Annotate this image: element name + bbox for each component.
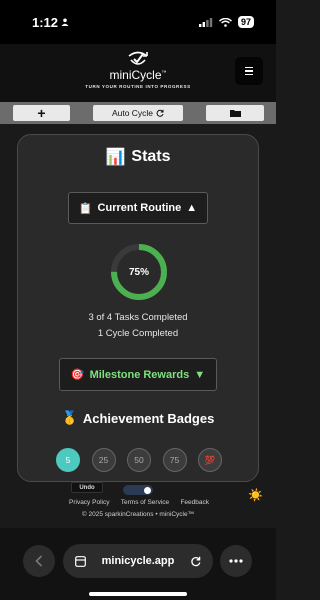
app-name-text: miniCycle [109,68,162,82]
wifi-icon [219,17,232,27]
folder-button[interactable] [206,105,264,121]
sun-icon[interactable]: ☀️ [248,488,263,502]
stats-title-text: Stats [131,148,171,165]
badge-2[interactable]: 50 [127,448,151,472]
triangle-down-icon: ▼ [194,368,206,381]
menu-button[interactable] [235,57,263,85]
hamburger-icon-line [245,73,253,76]
add-task-button[interactable]: + [13,105,70,121]
target-icon: 🎯 [70,369,85,381]
triangle-up-icon: ▲ [186,202,198,214]
achievement-badges-title: 🥇 Achievement Badges [18,410,258,426]
status-time: 1:12 [32,15,69,30]
milestone-rewards-label: Milestone Rewards [89,368,190,381]
person-icon [61,18,69,26]
feedback-link[interactable]: Feedback [180,499,209,506]
badge-3[interactable]: 75 [162,448,187,472]
browser-bar: minicycle.app [0,528,276,600]
privacy-policy-link[interactable]: Privacy Policy [69,499,109,506]
cycles-completed-text: 1 Cycle Completed [97,328,179,339]
signal-icon [198,17,213,27]
app-header: miniCycle™ TURN YOUR ROUTINE INTO PROGRE… [0,44,276,102]
medal-icon: 🥇 [61,410,78,425]
current-routine-label: Current Routine [97,202,182,214]
badge-4[interactable]: 💯 [198,448,222,472]
badge-1[interactable]: 25 [91,448,116,472]
tabs-icon [75,555,86,567]
more-icon [229,559,243,563]
tasks-completed-text: 3 of 4 Tasks Completed [88,312,188,323]
badge-row: 5 25 50 75 💯 [56,448,222,472]
logo-icon [128,51,148,65]
clock-text: 1:12 [32,14,59,30]
status-bar: 1:12 97 [0,0,276,44]
footer-links: Privacy Policy Terms of Service Feedback [69,499,209,506]
theme-toggle[interactable] [123,485,153,495]
hamburger-icon-line [245,66,253,69]
copyright-text: © 2025 sparkinCreations • miniCycle™ [81,511,195,518]
trademark-mark: ™ [161,70,167,76]
home-indicator [89,592,187,596]
toggle-knob [144,486,151,494]
toolbar: + Auto Cycle [0,102,276,124]
achievement-badges-text: Achievement Badges [82,410,215,426]
refresh-icon [156,109,164,117]
more-button[interactable] [220,545,252,577]
terms-of-service-link[interactable]: Terms of Service [121,499,169,506]
reload-icon[interactable] [190,556,201,567]
folder-icon [229,110,241,117]
battery-indicator: 97 [237,16,254,28]
tagline: TURN YOUR ROUTINE INTO PROGRESS [85,84,191,89]
status-icons: 97 [198,16,254,28]
chevron-left-icon [35,555,43,567]
undo-button[interactable]: Undo [71,482,103,493]
auto-cycle-button[interactable]: Auto Cycle [93,105,183,121]
stats-panel: 📊 Stats 📋 Current Routine ▲ 75% 3 of 4 T… [17,134,259,482]
milestone-rewards-toggle[interactable]: 🎯 Milestone Rewards ▼ [59,358,217,391]
auto-cycle-label: Auto Cycle [111,108,154,118]
badge-0[interactable]: 5 [56,448,80,472]
back-button[interactable] [23,545,55,577]
current-routine-toggle[interactable]: 📋 Current Routine ▲ [68,192,208,224]
clipboard-icon: 📋 [78,202,93,215]
stats-title: 📊 Stats [18,147,258,167]
url-text: minicycle.app [101,555,175,567]
hamburger-icon-line [245,70,253,72]
url-bar[interactable]: minicycle.app [63,544,213,578]
progress-percent: 75% [128,266,149,278]
chart-icon: 📊 [105,149,126,166]
